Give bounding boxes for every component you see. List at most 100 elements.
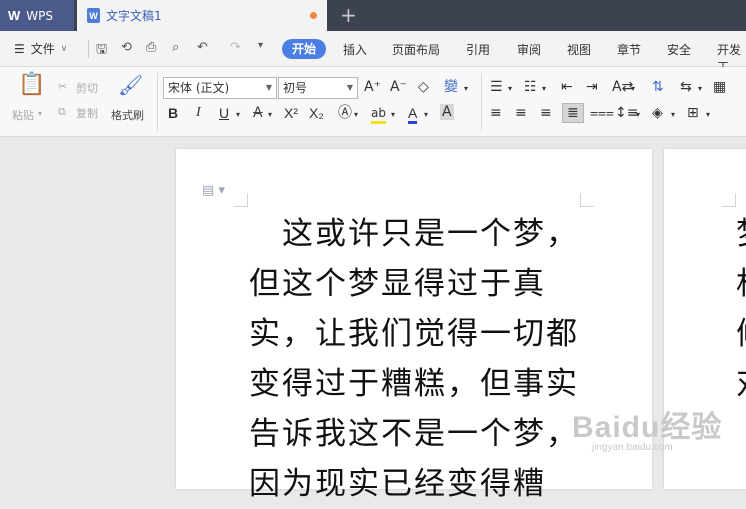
text-line: 实，让我们觉得一切都 xyxy=(249,316,579,352)
align-left-icon[interactable]: ≡ xyxy=(490,105,502,121)
shrink-font-icon[interactable]: A⁻ xyxy=(390,79,407,95)
text-line: 告诉我这不是一个梦， xyxy=(249,416,579,452)
margin-corner-mark xyxy=(580,193,594,207)
tab-start[interactable]: 开始 xyxy=(282,39,326,59)
margin-corner-mark xyxy=(234,193,248,207)
show-hide-marks-icon[interactable]: ⇆ xyxy=(680,79,692,95)
chevron-down-icon[interactable]: ▾ xyxy=(236,107,240,123)
strikethrough-icon[interactable]: A xyxy=(253,105,263,121)
decrease-indent-icon[interactable]: ⇤ xyxy=(561,79,573,95)
align-right-icon[interactable]: ≡ xyxy=(540,105,552,121)
undo-icon[interactable]: ↶ xyxy=(197,40,208,55)
baidu-watermark: Baidu经验 jingyan.baidu.com xyxy=(572,402,722,453)
increase-indent-icon[interactable]: ⇥ xyxy=(586,79,598,95)
chevron-down-icon[interactable]: ▾ xyxy=(706,107,710,123)
tab-page-layout[interactable]: 页面布局 xyxy=(392,41,440,58)
highlight-icon[interactable]: ab xyxy=(371,105,386,124)
cloud-icon[interactable]: ⟲ xyxy=(121,40,132,55)
copy-label[interactable]: 复制 xyxy=(76,105,98,121)
file-menu[interactable]: ☰ 文件 ∨ xyxy=(14,40,67,57)
subscript-button[interactable]: X₂ xyxy=(309,105,324,121)
new-tab-button[interactable]: + xyxy=(340,4,357,26)
document-body-text[interactable]: 这或许只是一个梦， 但这个梦显得过于真 实，让我们觉得一切都 变得过于糟糕，但事… xyxy=(249,209,589,509)
chevron-down-icon[interactable]: ▾ xyxy=(424,107,428,123)
chevron-down-icon[interactable]: ▾ xyxy=(391,107,395,123)
document-tab[interactable]: W 文字文稿1 xyxy=(77,0,327,31)
tab-review[interactable]: 审阅 xyxy=(517,41,541,58)
paste-icon[interactable]: 📋 xyxy=(18,74,45,96)
copy-icon[interactable]: ⧉ xyxy=(58,105,66,119)
wps-tab-label: WPS xyxy=(26,8,53,23)
paragraph-layout-icon[interactable]: ▤ ▾ xyxy=(202,183,225,198)
chevron-down-icon[interactable]: ▾ xyxy=(631,81,635,97)
tab-view[interactable]: 视图 xyxy=(567,41,591,58)
align-center-icon[interactable]: ≡ xyxy=(515,105,527,121)
text-line: 因为现实已经变得糟 xyxy=(249,466,546,502)
ribbon-divider xyxy=(157,73,158,131)
menu-divider xyxy=(88,40,89,58)
redo-icon[interactable]: ↷ xyxy=(230,40,241,55)
title-tab-bar: W WPS W 文字文稿1 + xyxy=(0,0,746,31)
chevron-down-icon[interactable]: ▾ xyxy=(464,81,468,97)
unsaved-dot-icon xyxy=(310,12,317,19)
file-menu-label: 文件 xyxy=(30,42,55,56)
paste-label[interactable]: 粘贴 xyxy=(12,107,34,123)
wps-logo-icon: W xyxy=(8,8,21,23)
chevron-down-icon[interactable]: ▾ xyxy=(542,81,546,97)
text-effect-icon[interactable]: Ⓐ xyxy=(338,105,352,121)
grow-font-icon[interactable]: A⁺ xyxy=(364,79,381,95)
align-justify-icon[interactable]: ≣ xyxy=(562,103,584,123)
bold-button[interactable]: B xyxy=(168,105,178,121)
shading-fill-icon[interactable]: ◈ xyxy=(652,105,663,121)
text-line: 梦 xyxy=(736,209,746,259)
format-painter-label[interactable]: 格式刷 xyxy=(111,107,144,123)
font-size-value: 初号 xyxy=(283,81,308,95)
paste-dropdown-icon[interactable]: ▾ xyxy=(38,109,42,118)
text-line: 变得过于糟糕，但事实 xyxy=(249,366,579,402)
tab-section[interactable]: 章节 xyxy=(617,41,641,58)
chevron-down-icon: ▼ xyxy=(346,83,353,92)
save-icon[interactable]: 🖫 xyxy=(96,40,107,62)
table-icon[interactable]: ▦ xyxy=(713,79,726,95)
chevron-down-icon[interactable]: ▾ xyxy=(354,107,358,123)
cut-label[interactable]: 剪切 xyxy=(76,80,98,96)
chevron-down-icon[interactable]: ▾ xyxy=(636,107,640,123)
distributed-align-icon[interactable]: ⩶ xyxy=(590,105,614,121)
print-preview-icon[interactable]: ⌕ xyxy=(172,40,179,55)
numbered-list-icon[interactable]: ☷ xyxy=(524,79,537,95)
character-shading-icon[interactable]: A xyxy=(440,104,454,120)
underline-button[interactable]: U xyxy=(219,105,229,121)
chevron-down-icon[interactable]: ▾ xyxy=(698,81,702,97)
phonetic-guide-icon[interactable]: 變 xyxy=(444,79,458,95)
hamburger-icon: ☰ xyxy=(14,41,25,56)
sort-icon[interactable]: ⇅ xyxy=(652,79,664,95)
italic-button[interactable]: I xyxy=(196,105,201,121)
print-icon[interactable]: ⎙ xyxy=(146,40,156,55)
chevron-down-icon[interactable]: ▾ xyxy=(508,81,512,97)
cut-icon[interactable]: ✂ xyxy=(58,80,67,93)
wps-home-tab[interactable]: W WPS xyxy=(0,0,74,31)
font-size-select[interactable]: 初号 ▼ xyxy=(278,77,358,99)
text-line: 对 xyxy=(736,359,746,409)
format-painter-icon[interactable]: 🖌 xyxy=(118,75,143,95)
text-line: 相 xyxy=(736,259,746,309)
quick-access-more-icon[interactable]: ▾ xyxy=(258,40,263,51)
text-line: 候 xyxy=(736,309,746,359)
ribbon-divider xyxy=(481,73,482,131)
font-color-button[interactable]: A xyxy=(408,105,418,124)
clear-format-icon[interactable]: ◇ xyxy=(418,79,429,95)
bullet-list-icon[interactable]: ☰ xyxy=(490,79,503,95)
tab-security[interactable]: 安全 xyxy=(667,41,691,58)
text-line: 这或许只是一个梦， xyxy=(249,216,579,252)
chevron-down-icon[interactable]: ▾ xyxy=(268,107,272,123)
ribbon-toolbar: 📋 粘贴 ▾ ✂ 剪切 ⧉ 复制 🖌 格式刷 宋体 (正文) ▼ 初号 ▼ A⁺… xyxy=(0,67,746,137)
font-name-select[interactable]: 宋体 (正文) ▼ xyxy=(163,77,277,99)
chevron-down-icon[interactable]: ▾ xyxy=(671,107,675,123)
text-line: 但这个梦显得过于真 xyxy=(249,266,546,302)
tab-insert[interactable]: 插入 xyxy=(343,41,367,58)
borders-icon[interactable]: ⊞ xyxy=(687,105,699,121)
chevron-down-icon: ∨ xyxy=(60,43,68,54)
superscript-button[interactable]: X² xyxy=(284,105,298,121)
line-spacing-icon[interactable]: ↕≡ xyxy=(615,105,638,121)
tab-references[interactable]: 引用 xyxy=(466,41,490,58)
